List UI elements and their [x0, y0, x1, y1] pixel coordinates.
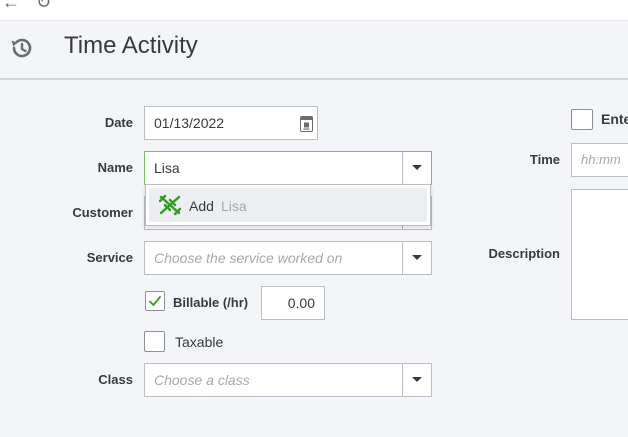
taxable-checkbox[interactable] — [144, 331, 165, 352]
enter-start-end-label: Ente — [601, 111, 628, 127]
browser-toolbar: ← ↻ — [0, 0, 628, 21]
description-label: Description — [488, 246, 560, 261]
name-dropdown-button[interactable] — [402, 152, 431, 184]
billable-rate-input[interactable]: 0.00 — [261, 286, 325, 320]
add-option-name: Lisa — [221, 198, 247, 214]
back-arrow-icon[interactable]: ← — [2, 0, 20, 13]
chevron-down-icon — [412, 255, 422, 260]
time-placeholder: hh:mm — [581, 152, 621, 167]
date-field[interactable]: 01/13/2022 — [144, 106, 318, 140]
page-title: Time Activity — [64, 32, 198, 59]
billable-checkbox[interactable] — [145, 291, 165, 311]
customer-label: Customer — [72, 205, 133, 220]
add-option-prefix: Add — [189, 198, 214, 214]
name-combobox[interactable]: Lisa — [144, 151, 432, 185]
checkmark-icon — [149, 296, 161, 306]
chevron-down-icon — [412, 377, 422, 382]
name-dropdown-menu: Add Lisa — [145, 184, 431, 226]
class-placeholder: Choose a class — [154, 372, 250, 388]
class-label: Class — [98, 372, 133, 387]
time-label: Time — [529, 152, 560, 167]
billable-label: Billable (/hr) — [173, 295, 249, 310]
time-input[interactable]: hh:mm — [571, 143, 628, 177]
service-dropdown-button[interactable] — [402, 242, 431, 274]
description-textarea[interactable] — [571, 189, 628, 320]
refresh-icon[interactable]: ↻ — [36, 0, 51, 13]
history-icon — [11, 38, 32, 58]
class-combobox[interactable]: Choose a class — [144, 363, 432, 397]
class-dropdown-button[interactable] — [402, 364, 431, 396]
service-placeholder: Choose the service worked on — [154, 250, 343, 266]
quickbooks-add-icon — [158, 194, 182, 216]
service-label: Service — [86, 250, 133, 265]
name-value: Lisa — [154, 160, 180, 176]
billable-rate-value: 0.00 — [287, 295, 315, 311]
page-header: Time Activity — [0, 21, 628, 80]
date-label: Date — [104, 115, 133, 130]
add-name-option[interactable]: Add Lisa — [149, 188, 427, 222]
date-value: 01/13/2022 — [154, 115, 225, 131]
chevron-down-icon — [412, 165, 422, 170]
taxable-label: Taxable — [175, 334, 224, 350]
service-combobox[interactable]: Choose the service worked on — [144, 241, 432, 275]
calendar-icon[interactable] — [300, 116, 313, 132]
name-label: Name — [97, 160, 133, 175]
enter-start-end-checkbox[interactable] — [571, 109, 593, 130]
